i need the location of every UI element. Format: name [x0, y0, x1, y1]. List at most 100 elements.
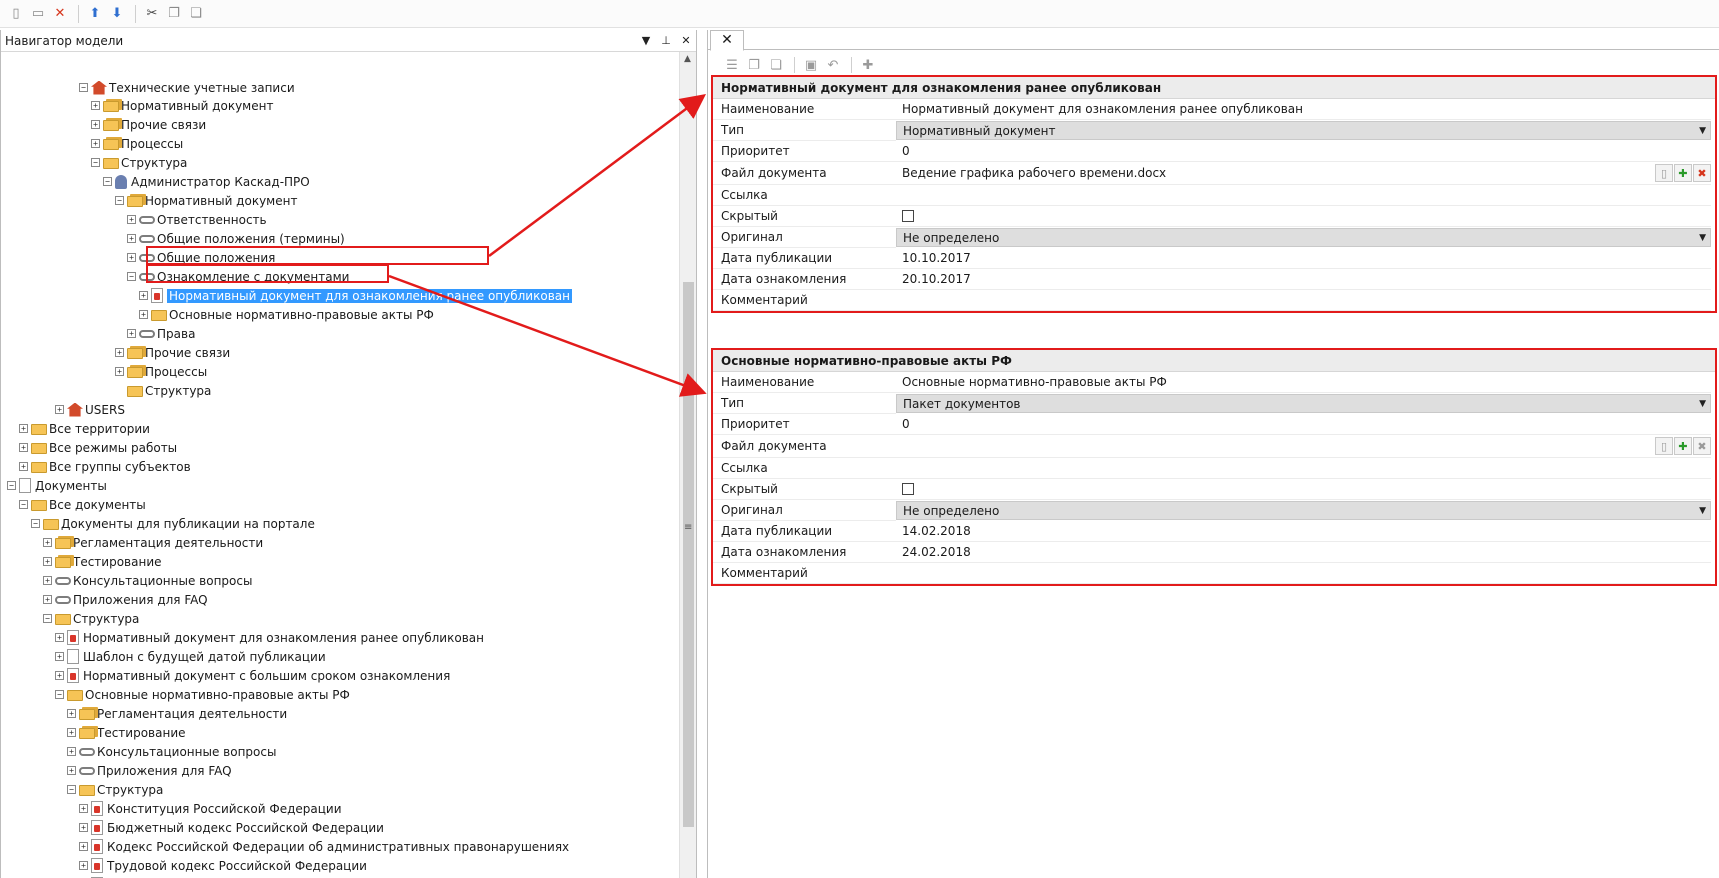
expand-icon[interactable]: + [55, 652, 64, 661]
original-select[interactable]: Не определено ▼ [896, 501, 1711, 520]
collapse-icon[interactable]: − [7, 481, 16, 490]
pin-icon[interactable]: ⊥ [656, 34, 676, 47]
tree-item[interactable]: − Все документы [19, 495, 146, 514]
ack-date-input[interactable]: 20.10.2017 [896, 269, 1711, 290]
priority-input[interactable]: 0 [896, 141, 1711, 162]
tree-item[interactable]: + Процессы [115, 362, 207, 381]
collapse-icon[interactable]: − [19, 500, 28, 509]
expand-icon[interactable]: + [115, 348, 124, 357]
expand-icon[interactable]: + [115, 367, 124, 376]
original-select[interactable]: Не определено ▼ [896, 228, 1711, 247]
tree-item[interactable]: + Бюджетный кодекс Российской Федерации [79, 818, 384, 837]
copy-icon[interactable]: ❐ [744, 55, 764, 75]
expand-icon[interactable]: + [55, 633, 64, 642]
paste-icon[interactable]: ❏ [766, 55, 786, 75]
tree-item[interactable]: + Все группы субъектов [19, 457, 191, 476]
tab-close-button[interactable]: ✕ [710, 30, 744, 51]
pub-date-input[interactable]: 10.10.2017 [896, 248, 1711, 269]
link-input[interactable] [896, 185, 1711, 206]
add-file-button[interactable]: ✚ [1674, 164, 1692, 182]
chevron-down-icon[interactable]: ▼ [1699, 233, 1706, 243]
expand-icon[interactable]: + [19, 424, 28, 433]
expand-icon[interactable]: + [19, 443, 28, 452]
tree-item[interactable]: + Ответственность [127, 210, 267, 229]
tree-item[interactable]: − Технические учетные записи [79, 78, 295, 97]
expand-icon[interactable]: + [67, 709, 76, 718]
tree-item[interactable]: − Структура [43, 609, 139, 628]
tree-item[interactable]: + USERS [55, 400, 125, 419]
tree-item[interactable]: − Основные нормативно-правовые акты РФ [55, 685, 350, 704]
comment-input[interactable] [896, 563, 1711, 584]
expand-icon[interactable]: + [127, 329, 136, 338]
scroll-up-icon[interactable]: ▲ [684, 54, 691, 64]
cut-icon[interactable]: ✂ [142, 4, 162, 24]
tree-item[interactable]: − Документы для публикации на портале [31, 514, 315, 533]
tree-item[interactable]: + Регламентация деятельности [43, 533, 263, 552]
tree-item[interactable]: + Приложения для FAQ [67, 761, 232, 780]
hidden-checkbox[interactable] [902, 483, 914, 495]
expand-icon[interactable]: + [79, 861, 88, 870]
tree-item[interactable]: + Нормативный документ для ознакомления р… [55, 628, 484, 647]
expand-icon[interactable]: + [79, 823, 88, 832]
expand-icon[interactable]: + [67, 747, 76, 756]
link-input[interactable] [896, 458, 1711, 479]
tree-item[interactable]: + Прочие связи [115, 343, 230, 362]
tree-item[interactable]: + Консультационные вопросы [43, 571, 252, 590]
chevron-down-icon[interactable]: ▼ [1699, 126, 1706, 136]
open-folder-icon[interactable]: ▭ [28, 4, 48, 24]
name-input[interactable]: Нормативный документ для ознакомления ра… [896, 99, 1711, 120]
open-file-button[interactable]: ▯ [1655, 437, 1673, 455]
add-icon[interactable]: ✚ [858, 55, 878, 75]
open-file-button[interactable]: ▯ [1655, 164, 1673, 182]
collapse-icon[interactable]: − [127, 272, 136, 281]
expand-icon[interactable]: + [139, 310, 148, 319]
expand-icon[interactable]: + [55, 671, 64, 680]
collapse-icon[interactable]: − [79, 83, 88, 92]
tree-item[interactable]: + Приложения для FAQ [43, 590, 208, 609]
expand-icon[interactable]: + [139, 291, 148, 300]
delete-file-button[interactable]: ✖ [1693, 164, 1711, 182]
tree-item[interactable]: + Права [127, 324, 195, 343]
collapse-icon[interactable]: − [115, 196, 124, 205]
expand-icon[interactable]: + [67, 766, 76, 775]
tree-item[interactable]: + Трудовой кодекс Российской Федерации [79, 856, 367, 875]
tree-item[interactable]: + Кодекс Российской Федерации об админист… [79, 837, 569, 856]
expand-icon[interactable]: + [67, 728, 76, 737]
expand-icon[interactable]: + [19, 462, 28, 471]
tree-item[interactable]: + Все территории [19, 419, 150, 438]
collapse-icon[interactable]: − [91, 158, 100, 167]
expand-icon[interactable]: + [127, 253, 136, 262]
expand-icon[interactable]: + [127, 234, 136, 243]
delete-icon[interactable]: ✕ [50, 4, 70, 24]
tree-item[interactable]: + Основные нормативно-правовые акты РФ [139, 305, 434, 324]
tree-item[interactable]: +Структура [115, 381, 211, 400]
chevron-down-icon[interactable]: ▼ [1699, 506, 1706, 516]
undo-icon[interactable]: ↶ [823, 55, 843, 75]
copy-icon[interactable]: ❐ [164, 4, 184, 24]
comment-input[interactable] [896, 290, 1711, 311]
expand-icon[interactable]: + [55, 405, 64, 414]
move-down-icon[interactable]: ⬇ [107, 4, 127, 24]
ack-date-input[interactable]: 24.02.2018 [896, 542, 1711, 563]
expand-icon[interactable]: + [43, 576, 52, 585]
collapse-icon[interactable]: − [55, 690, 64, 699]
tree-item[interactable]: + Все режимы работы [19, 438, 177, 457]
tree-item[interactable]: + Регламентация деятельности [67, 704, 287, 723]
pub-date-input[interactable]: 14.02.2018 [896, 521, 1711, 542]
tree-item[interactable]: + Конституция Российской Федерации [79, 799, 342, 818]
save-icon[interactable]: ▣ [801, 55, 821, 75]
priority-input[interactable]: 0 [896, 414, 1711, 435]
expand-icon[interactable]: + [43, 538, 52, 547]
new-doc-icon[interactable]: ▯ [6, 4, 26, 24]
tree-item[interactable]: + Консультационные вопросы [67, 742, 276, 761]
dropdown-icon[interactable]: ▼ [636, 34, 656, 47]
type-select[interactable]: Пакет документов ▼ [896, 394, 1711, 413]
tree-item[interactable]: − Документы [7, 476, 107, 495]
expand-icon[interactable]: + [91, 101, 100, 110]
tree-item[interactable]: + Тестирование [67, 723, 186, 742]
tree-item[interactable]: + Тестирование [43, 552, 162, 571]
name-input[interactable]: Основные нормативно-правовые акты РФ [896, 372, 1711, 393]
expand-icon[interactable]: + [127, 215, 136, 224]
tree-item[interactable]: + Нормативный документ с большим сроком о… [55, 666, 450, 685]
tree-item[interactable]: + Нормативный документ [91, 96, 273, 115]
